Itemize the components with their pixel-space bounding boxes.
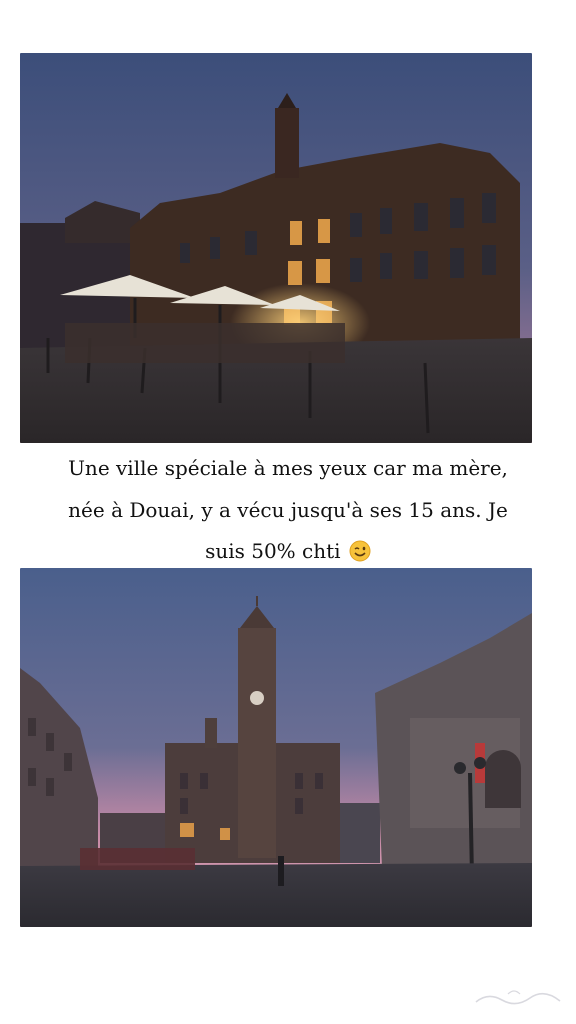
watermark-logo [468, 986, 568, 1012]
caption-line-1: Une ville spéciale à mes yeux car ma mèr… [68, 456, 508, 480]
photo-vieille-bourse-image [20, 53, 532, 443]
caption-line-3: suis 50% chti [20, 531, 556, 573]
watermark-logo-image [475, 990, 561, 1005]
winking-face-icon [349, 540, 371, 562]
photo-place-du-theatre-image [20, 568, 532, 927]
caption-line-3-text: suis 50% chti [205, 539, 341, 563]
photo-place-du-theatre[interactable] [20, 568, 532, 927]
photo-vieille-bourse[interactable] [20, 53, 532, 443]
caption-line-2: née à Douai, y a vécu jusqu'à ses 15 ans… [68, 497, 508, 522]
caption-text: Une ville spéciale à mes yeux car ma mèr… [20, 448, 556, 573]
